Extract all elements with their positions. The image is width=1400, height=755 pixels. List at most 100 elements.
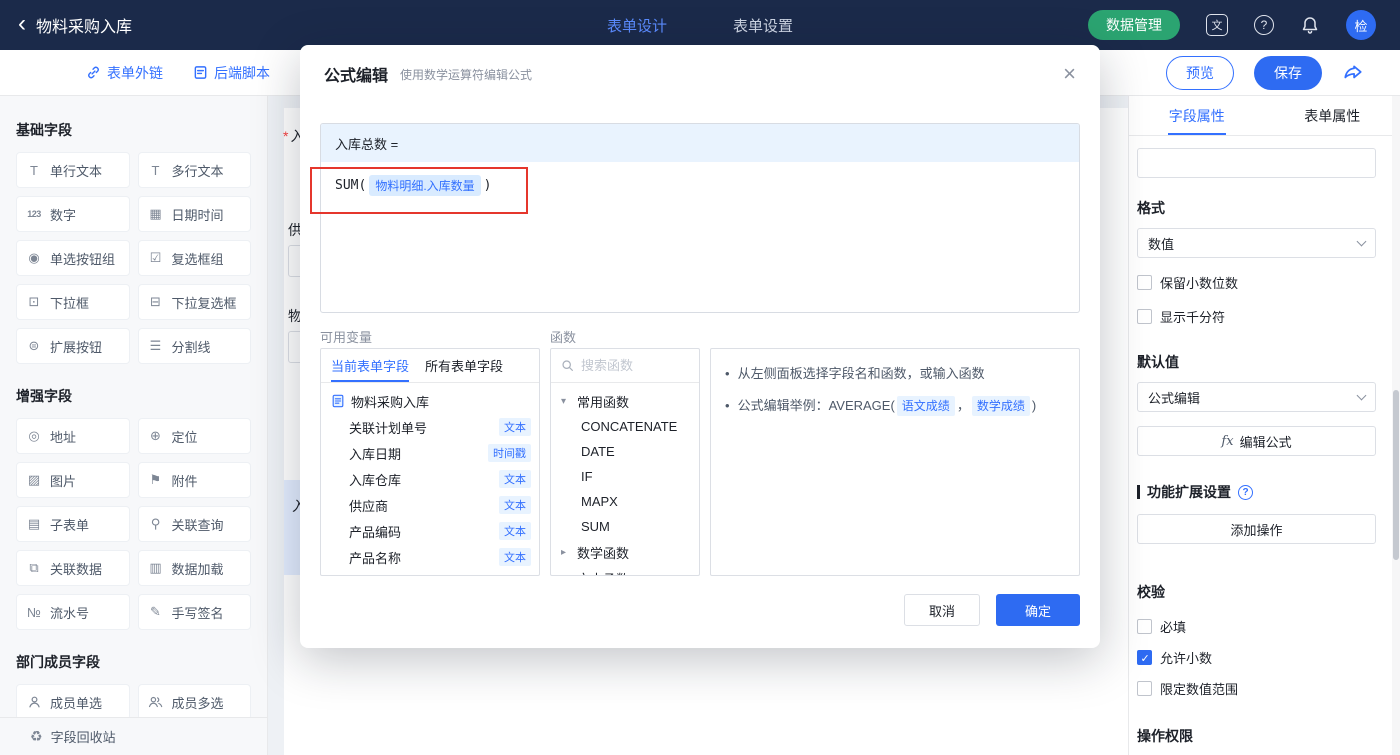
confirm-button[interactable]: 确定 xyxy=(996,594,1080,626)
scrollbar-thumb[interactable] xyxy=(1393,390,1399,560)
field-item-member-multi[interactable]: 成员多选 xyxy=(137,684,251,720)
field-item-attachment[interactable]: ⚑ 附件 xyxy=(137,462,251,498)
field-title-input[interactable] xyxy=(1137,148,1376,178)
page-title: 物料采购入库 xyxy=(36,19,133,36)
validation-allow-decimals[interactable]: 允许小数 xyxy=(1137,648,1376,667)
functions-panel: ▾ 常用函数 CONCATENATE DATE IF MAPX SUM ▸ 数学… xyxy=(550,348,700,576)
variable-row[interactable]: 关联计划单号 文本 xyxy=(321,414,539,440)
field-item-divider[interactable]: ☰ 分割线 xyxy=(137,328,251,364)
field-item-member-single[interactable]: 成员单选 xyxy=(16,684,130,720)
field-item-subform[interactable]: ▤ 子表单 xyxy=(16,506,130,542)
field-item-label: 成员多选 xyxy=(171,695,224,711)
form-doc-icon xyxy=(332,394,344,408)
option-keep-decimals[interactable]: 保留小数位数 xyxy=(1137,273,1376,292)
function-item-concatenate[interactable]: CONCATENATE xyxy=(551,414,699,439)
form-external-link-button[interactable]: 表单外链 xyxy=(86,63,163,83)
tab-current-form-fields[interactable]: 当前表单字段 xyxy=(331,349,410,382)
field-item-number[interactable]: 123 数字 xyxy=(16,196,130,232)
function-search-input[interactable] xyxy=(581,358,689,373)
function-search xyxy=(551,349,699,383)
checkbox-label: 显示千分符 xyxy=(1160,310,1226,325)
field-item-label: 关联查询 xyxy=(171,517,224,533)
back-icon[interactable]: ‹ xyxy=(18,11,26,36)
data-manage-button[interactable]: 数据管理 xyxy=(1088,10,1180,40)
backend-script-button[interactable]: 后端脚本 xyxy=(193,63,270,83)
tab-all-form-fields[interactable]: 所有表单字段 xyxy=(425,349,503,382)
field-item-label: 复选框组 xyxy=(171,251,224,267)
bell-icon[interactable] xyxy=(1300,15,1320,35)
format-label: 格式 xyxy=(1137,200,1165,216)
fx-icon: fx xyxy=(1221,433,1234,449)
field-item-multi-line-text[interactable]: T 多行文本 xyxy=(137,152,251,188)
add-action-button[interactable]: 添加操作 xyxy=(1137,514,1376,544)
field-item-address[interactable]: ◎ 地址 xyxy=(16,418,130,454)
cancel-button[interactable]: 取消 xyxy=(904,594,980,626)
section-bar xyxy=(1137,485,1140,499)
field-item-linked-data[interactable]: ⧉ 关联数据 xyxy=(16,550,130,586)
properties-panel: 字段属性 表单属性 格式 数值 保留小数位数 显示千分符 默认值 公式编辑 fx… xyxy=(1128,96,1400,755)
field-item-serial-number[interactable]: № 流水号 xyxy=(16,594,130,630)
field-item-multi-dropdown[interactable]: ⊟ 下拉复选框 xyxy=(137,284,251,320)
field-item-label: 子表单 xyxy=(50,517,90,533)
option-thousand-separator[interactable]: 显示千分符 xyxy=(1137,307,1376,326)
topbar-actions: 数据管理 文 ? 检 xyxy=(1088,10,1376,40)
close-icon[interactable]: × xyxy=(1063,63,1076,85)
language-icon[interactable]: 文 xyxy=(1206,14,1228,36)
formula-field-chip[interactable]: 物料明细.入库数量 xyxy=(369,175,481,196)
tab-form-properties[interactable]: 表单属性 xyxy=(1265,96,1400,135)
text-icon: T xyxy=(30,162,38,178)
data-load-icon: ▥ xyxy=(149,560,162,575)
field-recycle-bin[interactable]: ♻ 字段回收站 xyxy=(0,717,267,755)
validation-required[interactable]: 必填 xyxy=(1137,617,1376,636)
field-item-extend-button[interactable]: ⊜ 扩展按钮 xyxy=(16,328,130,364)
variables-root-node[interactable]: 物料采购入库 xyxy=(321,388,539,414)
share-icon[interactable] xyxy=(1342,62,1364,84)
script-icon xyxy=(194,66,207,79)
field-item-label: 手写签名 xyxy=(171,605,224,621)
chevron-down-icon xyxy=(1356,390,1367,400)
variable-row[interactable]: 入库仓库 文本 xyxy=(321,466,539,492)
field-item-location[interactable]: ⊕ 定位 xyxy=(137,418,251,454)
format-select[interactable]: 数值 xyxy=(1137,228,1376,258)
variable-type-tag: 文本 xyxy=(499,548,531,566)
variable-row[interactable]: 入库日期 时间戳 xyxy=(321,440,539,466)
function-item-date[interactable]: DATE xyxy=(551,439,699,464)
field-item-checkbox-group[interactable]: ☑ 复选框组 xyxy=(137,240,251,276)
search-icon xyxy=(562,360,573,371)
validation-limit-range[interactable]: 限定数值范围 xyxy=(1137,679,1376,698)
function-group-common[interactable]: ▾ 常用函数 xyxy=(551,388,699,414)
preview-button[interactable]: 预览 xyxy=(1166,55,1234,90)
function-item-mapx[interactable]: MAPX xyxy=(551,489,699,514)
field-item-radio-group[interactable]: ◉ 单选按钮组 xyxy=(16,240,130,276)
function-group-text[interactable]: ▸ 文本函数 xyxy=(551,565,699,576)
field-item-label: 单选按钮组 xyxy=(50,251,116,267)
help-icon[interactable]: ? xyxy=(1254,15,1274,35)
variable-row[interactable]: 产品名称 文本 xyxy=(321,544,539,570)
function-group-math[interactable]: ▸ 数学函数 xyxy=(551,539,699,565)
field-item-linked-query[interactable]: ⚲ 关联查询 xyxy=(137,506,251,542)
field-item-datetime[interactable]: ▦ 日期时间 xyxy=(137,196,251,232)
field-item-image[interactable]: ▨ 图片 xyxy=(16,462,130,498)
formula-input-area[interactable]: SUM( 物料明细.入库数量 ) xyxy=(321,162,1079,209)
field-item-data-load[interactable]: ▥ 数据加载 xyxy=(137,550,251,586)
toolbar-link-label: 表单外链 xyxy=(107,64,163,81)
function-group-label: 文本函数 xyxy=(577,569,629,576)
tab-form-settings[interactable]: 表单设置 xyxy=(733,15,793,36)
tab-form-design[interactable]: 表单设计 xyxy=(607,15,667,36)
variable-row[interactable]: 供应商 文本 xyxy=(321,492,539,518)
save-button[interactable]: 保存 xyxy=(1254,55,1322,90)
field-item-single-line-text[interactable]: T 单行文本 xyxy=(16,152,130,188)
permission-label: 操作权限 xyxy=(1137,728,1193,744)
calendar-icon: ▦ xyxy=(149,206,162,221)
function-item-sum[interactable]: SUM xyxy=(551,514,699,539)
avatar[interactable]: 检 xyxy=(1346,10,1376,40)
function-item-if[interactable]: IF xyxy=(551,464,699,489)
variable-row[interactable]: 产品编码 文本 xyxy=(321,518,539,544)
field-item-dropdown[interactable]: ⊡ 下拉框 xyxy=(16,284,130,320)
help-circle-icon[interactable]: ? xyxy=(1238,484,1253,500)
multi-dropdown-icon: ⊟ xyxy=(150,294,161,309)
field-item-signature[interactable]: ✎ 手写签名 xyxy=(137,594,251,630)
tab-field-properties[interactable]: 字段属性 xyxy=(1129,96,1265,135)
default-value-select[interactable]: 公式编辑 xyxy=(1137,382,1376,412)
edit-formula-button[interactable]: fx 编辑公式 xyxy=(1137,426,1376,456)
